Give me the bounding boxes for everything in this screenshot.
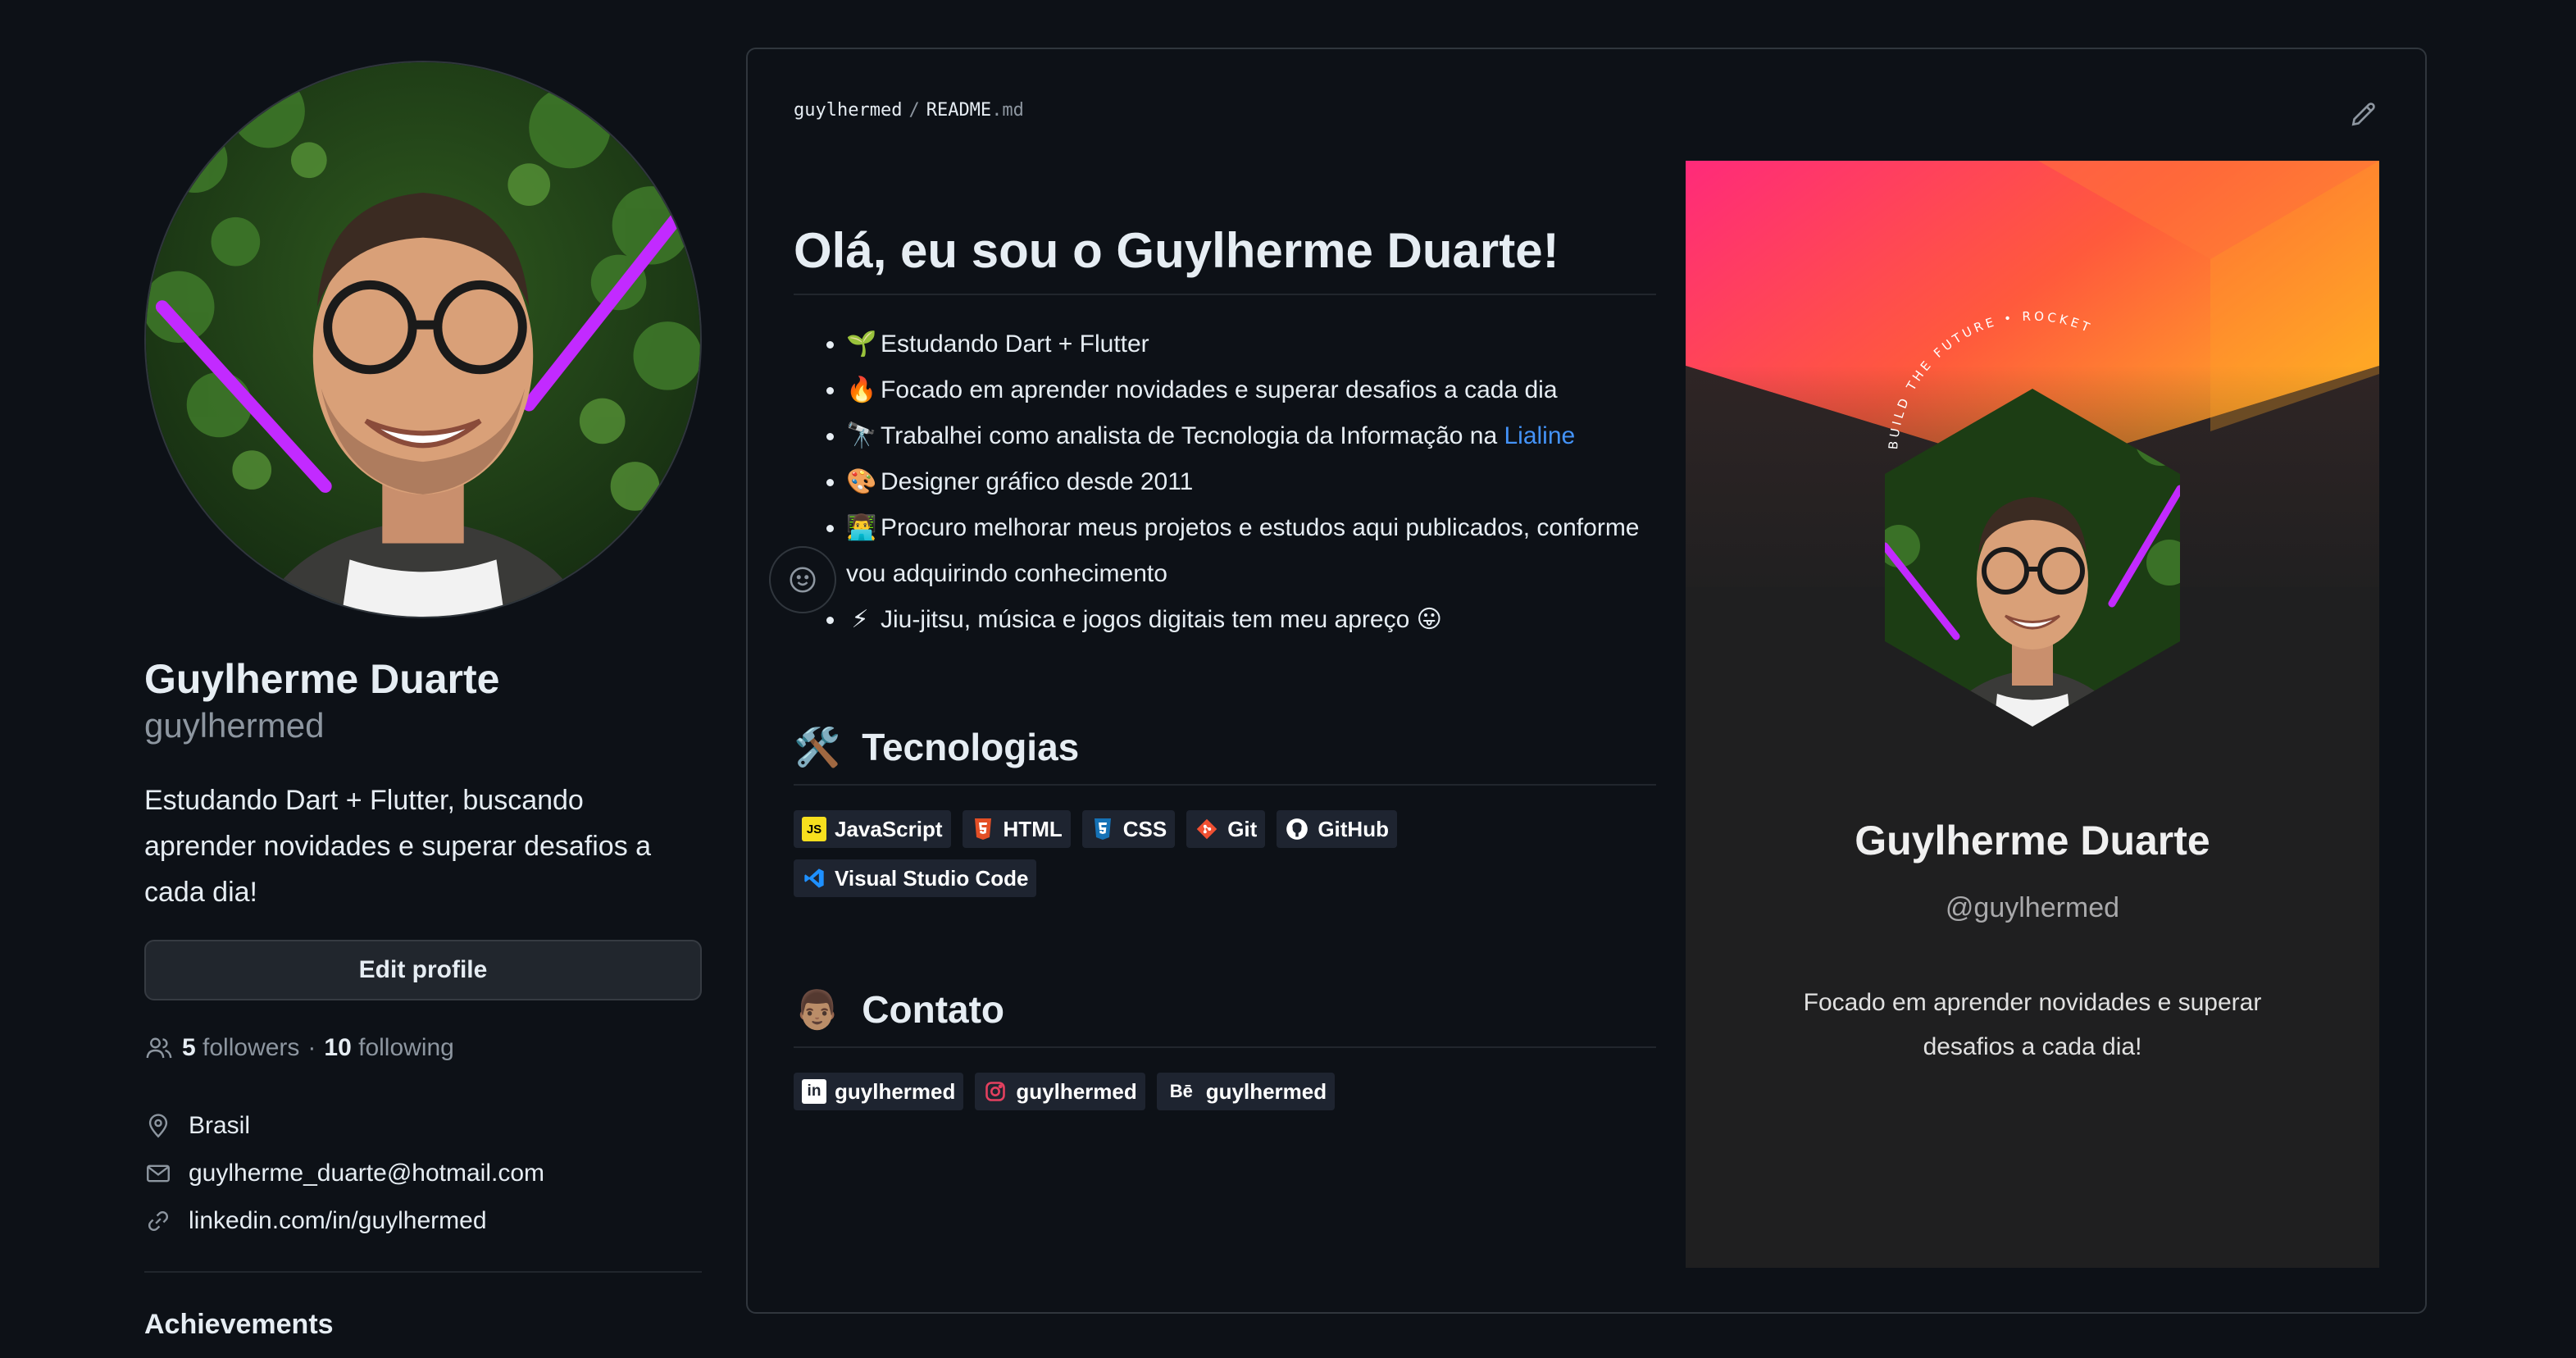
profile-login: guylhermed [144, 706, 325, 745]
readme-ext: .md [991, 100, 1024, 121]
avatar[interactable] [144, 61, 702, 618]
telescope-icon: 🔭 [846, 422, 877, 449]
readme-owner-link[interactable]: guylhermed [794, 100, 902, 121]
badge-label: CSS [1122, 816, 1167, 841]
profile-bio: Estudando Dart + Flutter, buscando apren… [144, 785, 652, 908]
card-handle: @guylhermed [1945, 892, 2120, 923]
follow-stats: 5 followers · 10 following [144, 1033, 702, 1063]
mail-icon [147, 1164, 170, 1183]
readme-list: 🌱Estudando Dart + Flutter 🔥Focado em apr… [794, 321, 1656, 643]
followers-link[interactable]: 5 followers [182, 1034, 299, 1062]
instagram-icon [983, 1079, 1008, 1104]
breadcrumb-separator: / [908, 100, 920, 121]
list-item-text: Procuro melhorar meus projetos e estudos… [846, 514, 1640, 587]
list-item: 🎨Designer gráfico desde 2011 [846, 459, 1656, 505]
lialine-link[interactable]: Lialine [1504, 422, 1575, 449]
website-link[interactable]: linkedin.com/in/guylhermed [189, 1207, 487, 1235]
badge-github: GitHub [1277, 810, 1397, 848]
pencil-icon[interactable] [2348, 98, 2379, 130]
readme-content: Olá, eu sou o Guylherme Duarte! 🌱Estudan… [794, 210, 1656, 1110]
list-item-text: Jiu-jitsu, música e jogos digitais tem m… [881, 606, 1410, 633]
readme-filename: README [926, 100, 992, 121]
achievements-heading[interactable]: Achievements [144, 1309, 702, 1341]
list-item: 🔭Trabalhei como analista de Tecnologia d… [846, 413, 1656, 459]
palette-icon: 🎨 [846, 468, 877, 495]
git-icon [1195, 817, 1219, 841]
contact-badges: in guylhermed guylhermed Bē guylhermed [794, 1073, 1466, 1110]
badge-label: Git [1227, 816, 1258, 841]
badge-css: CSS [1081, 810, 1176, 848]
link-icon [148, 1210, 169, 1232]
badge-behance[interactable]: Bē guylhermed [1156, 1073, 1336, 1110]
behance-icon: Bē [1169, 1081, 1193, 1101]
edit-profile-button[interactable]: Edit profile [144, 940, 702, 1000]
css3-icon [1090, 817, 1115, 841]
website-item: linkedin.com/in/guylhermed [144, 1197, 702, 1245]
readme-breadcrumb: guylhermed / README.md [794, 100, 1024, 121]
card-description: Focado em aprender novidades e superar d… [1803, 989, 2262, 1060]
badge-linkedin[interactable]: in guylhermed [794, 1073, 964, 1110]
profile-card-image: BUILD THE FUTURE • ROCKET Guylherme Duar… [1686, 161, 2379, 1268]
location-item: Brasil [144, 1102, 702, 1150]
email-item: guylherme_duarte@hotmail.com [144, 1150, 702, 1197]
contact-heading: 👨🏽 Contato [794, 973, 1656, 1048]
tech-heading-text: Tecnologias [862, 726, 1080, 768]
followers-label: followers [203, 1034, 300, 1061]
javascript-icon: JS [802, 817, 826, 841]
tools-icon: 🛠️ [794, 725, 841, 768]
badge-label: guylhermed [835, 1078, 956, 1104]
sidebar-divider [144, 1271, 702, 1273]
badge-label: guylhermed [1205, 1078, 1327, 1104]
lightning-icon: ⚡ [851, 606, 869, 633]
html5-icon [971, 817, 995, 841]
people-icon [146, 1037, 172, 1059]
list-item-text: Focado em aprender novidades e superar d… [881, 376, 1558, 403]
profile-details: Brasil guylherme_duarte@hotmail.com link… [144, 1102, 702, 1245]
fire-icon: 🔥 [846, 376, 877, 403]
github-icon [1285, 817, 1309, 841]
tongue-face-icon: 😛 [1416, 606, 1442, 633]
tech-badges: JS JavaScript HTML CSS Git GitHub Visual … [794, 810, 1466, 897]
list-item-text: Designer gráfico desde 2011 [881, 468, 1194, 495]
following-count: 10 [324, 1034, 352, 1061]
card-name: Guylherme Duarte [1855, 818, 2210, 864]
location-icon [148, 1114, 168, 1138]
follow-separator: · [307, 1034, 316, 1061]
linkedin-icon: in [802, 1079, 826, 1104]
badge-git: Git [1186, 810, 1266, 848]
following-link[interactable]: 10 following [324, 1034, 453, 1062]
readme-box: guylhermed / README.md Olá, eu sou o Guylh… [746, 48, 2427, 1314]
following-label: following [358, 1034, 454, 1061]
email-link[interactable]: guylherme_duarte@hotmail.com [189, 1160, 544, 1187]
profile-sidebar: Guylherme Duarte guylhermed Estudando Da… [144, 61, 836, 1341]
badge-label: GitHub [1318, 816, 1389, 841]
badge-html: HTML [962, 810, 1071, 848]
list-item: 🌱Estudando Dart + Flutter [846, 321, 1656, 367]
avatar-photo [146, 62, 700, 617]
badge-instagram[interactable]: guylhermed [975, 1073, 1145, 1110]
seedling-icon: 🌱 [846, 330, 877, 358]
badge-label: HTML [1003, 816, 1063, 841]
list-item: 🔥Focado em aprender novidades e superar … [846, 367, 1656, 413]
profile-name: Guylherme Duarte [144, 656, 500, 702]
badge-label: JavaScript [835, 816, 943, 841]
followers-count: 5 [182, 1034, 196, 1061]
vscode-icon [802, 866, 826, 891]
list-item-text: Trabalhei como analista de Tecnologia da… [881, 422, 1504, 449]
badge-label: guylhermed [1016, 1078, 1137, 1104]
badge-javascript: JS JavaScript [794, 810, 951, 848]
person-icon: 👨🏽 [794, 987, 841, 1031]
badge-label: Visual Studio Code [835, 865, 1029, 891]
tech-heading: 🛠️ Tecnologias [794, 710, 1656, 786]
card-header-graphic: BUILD THE FUTURE • ROCKET [1686, 161, 2379, 727]
list-item-text: Estudando Dart + Flutter [881, 330, 1149, 358]
contact-heading-text: Contato [862, 988, 1005, 1031]
badge-vscode: Visual Studio Code [794, 859, 1037, 897]
location-text: Brasil [189, 1112, 251, 1139]
technologist-icon: 👨‍💻 [846, 514, 877, 541]
readme-heading: Olá, eu sou o Guylherme Duarte! [794, 210, 1656, 295]
list-item: ⚡ Jiu-jitsu, música e jogos digitais tem … [846, 597, 1656, 643]
list-item: 👨‍💻Procuro melhorar meus projetos e estu… [846, 505, 1656, 597]
